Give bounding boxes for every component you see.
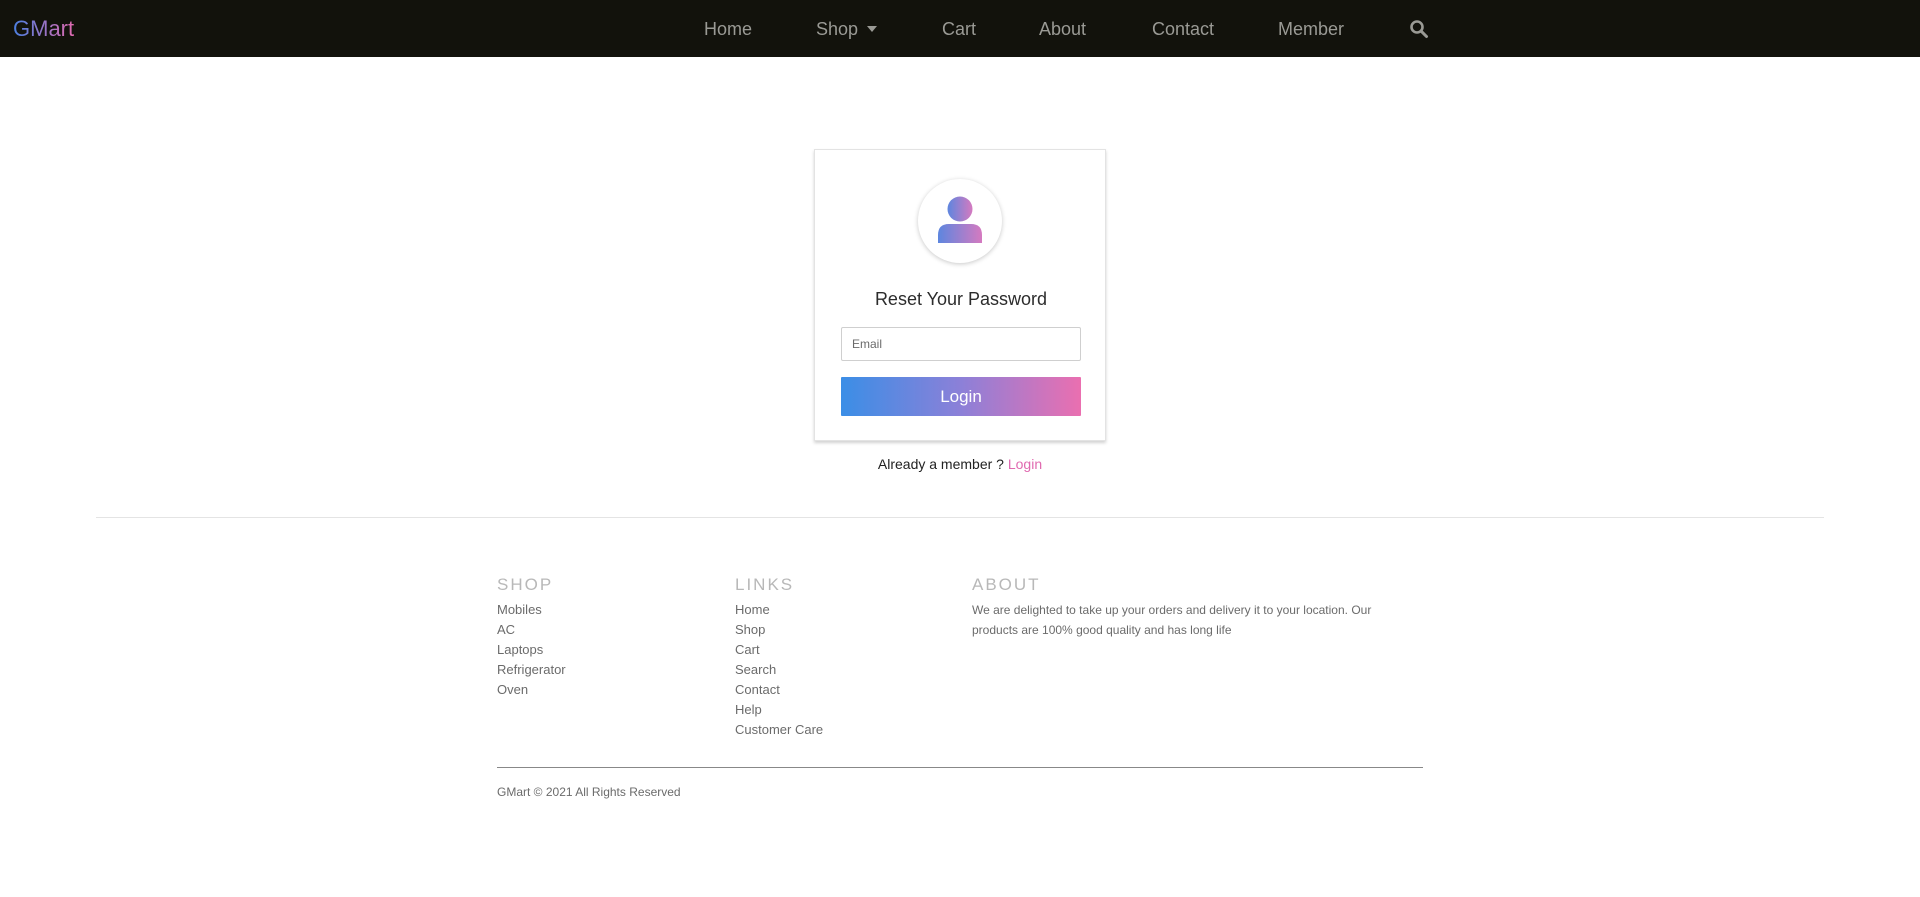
nav-contact[interactable]: Contact	[1152, 18, 1214, 40]
footer-links-heading: LINKS	[735, 575, 795, 594]
chevron-down-icon	[867, 26, 878, 32]
footer-about-column: ABOUT We are delighted to take up your o…	[972, 574, 1412, 640]
nav-home[interactable]: Home	[704, 18, 752, 40]
nav-shop-label: Shop	[816, 19, 859, 39]
footer-links-column: LINKS Home Shop Cart Search Contact Help…	[735, 574, 823, 740]
footer-divider	[497, 767, 1423, 768]
already-member-text: Already a member ? Login	[814, 455, 1106, 473]
footer-shop-list: Mobiles AC Laptops Refrigerator Oven	[497, 600, 566, 700]
footer-link-item[interactable]: Home	[735, 600, 823, 620]
reset-password-card: Reset Your Password Login	[814, 149, 1106, 441]
footer-shop-column: SHOP Mobiles AC Laptops Refrigerator Ove…	[497, 574, 566, 700]
search-icon[interactable]	[1409, 19, 1429, 39]
footer-link-item[interactable]: Customer Care	[735, 720, 823, 740]
nav-cart[interactable]: Cart	[942, 18, 976, 40]
footer-link-item[interactable]: Contact	[735, 680, 823, 700]
footer-shop-item[interactable]: Mobiles	[497, 600, 566, 620]
footer-shop-item[interactable]: Refrigerator	[497, 660, 566, 680]
footer-link-item[interactable]: Search	[735, 660, 823, 680]
footer-link-item[interactable]: Cart	[735, 640, 823, 660]
login-button[interactable]: Login	[841, 377, 1081, 416]
footer-links-list: Home Shop Cart Search Contact Help Custo…	[735, 600, 823, 740]
login-link[interactable]: Login	[1008, 456, 1042, 472]
user-icon	[938, 196, 982, 243]
footer-shop-item[interactable]: Oven	[497, 680, 566, 700]
footer-shop-item[interactable]: Laptops	[497, 640, 566, 660]
footer-shop-heading: SHOP	[497, 575, 554, 594]
divider	[96, 517, 1824, 518]
top-navbar: GMart Home Shop Cart About Contact Membe…	[0, 0, 1920, 57]
footer-link-item[interactable]: Help	[735, 700, 823, 720]
nav-member[interactable]: Member	[1278, 18, 1344, 40]
footer-about-heading: ABOUT	[972, 575, 1041, 594]
nav-links: Home Shop Cart About Contact Member	[0, 0, 1920, 57]
email-field[interactable]	[841, 327, 1081, 361]
already-member-prompt: Already a member ?	[877, 456, 1008, 472]
footer-about-text: We are delighted to take up your orders …	[972, 603, 1372, 637]
footer-shop-item[interactable]: AC	[497, 620, 566, 640]
nav-about[interactable]: About	[1039, 18, 1086, 40]
nav-shop-dropdown[interactable]: Shop	[816, 18, 878, 40]
page-title: Reset Your Password	[874, 289, 1048, 309]
footer-link-item[interactable]: Shop	[735, 620, 823, 640]
copyright-text: GMart © 2021 All Rights Reserved	[497, 785, 681, 799]
avatar	[918, 179, 1002, 263]
